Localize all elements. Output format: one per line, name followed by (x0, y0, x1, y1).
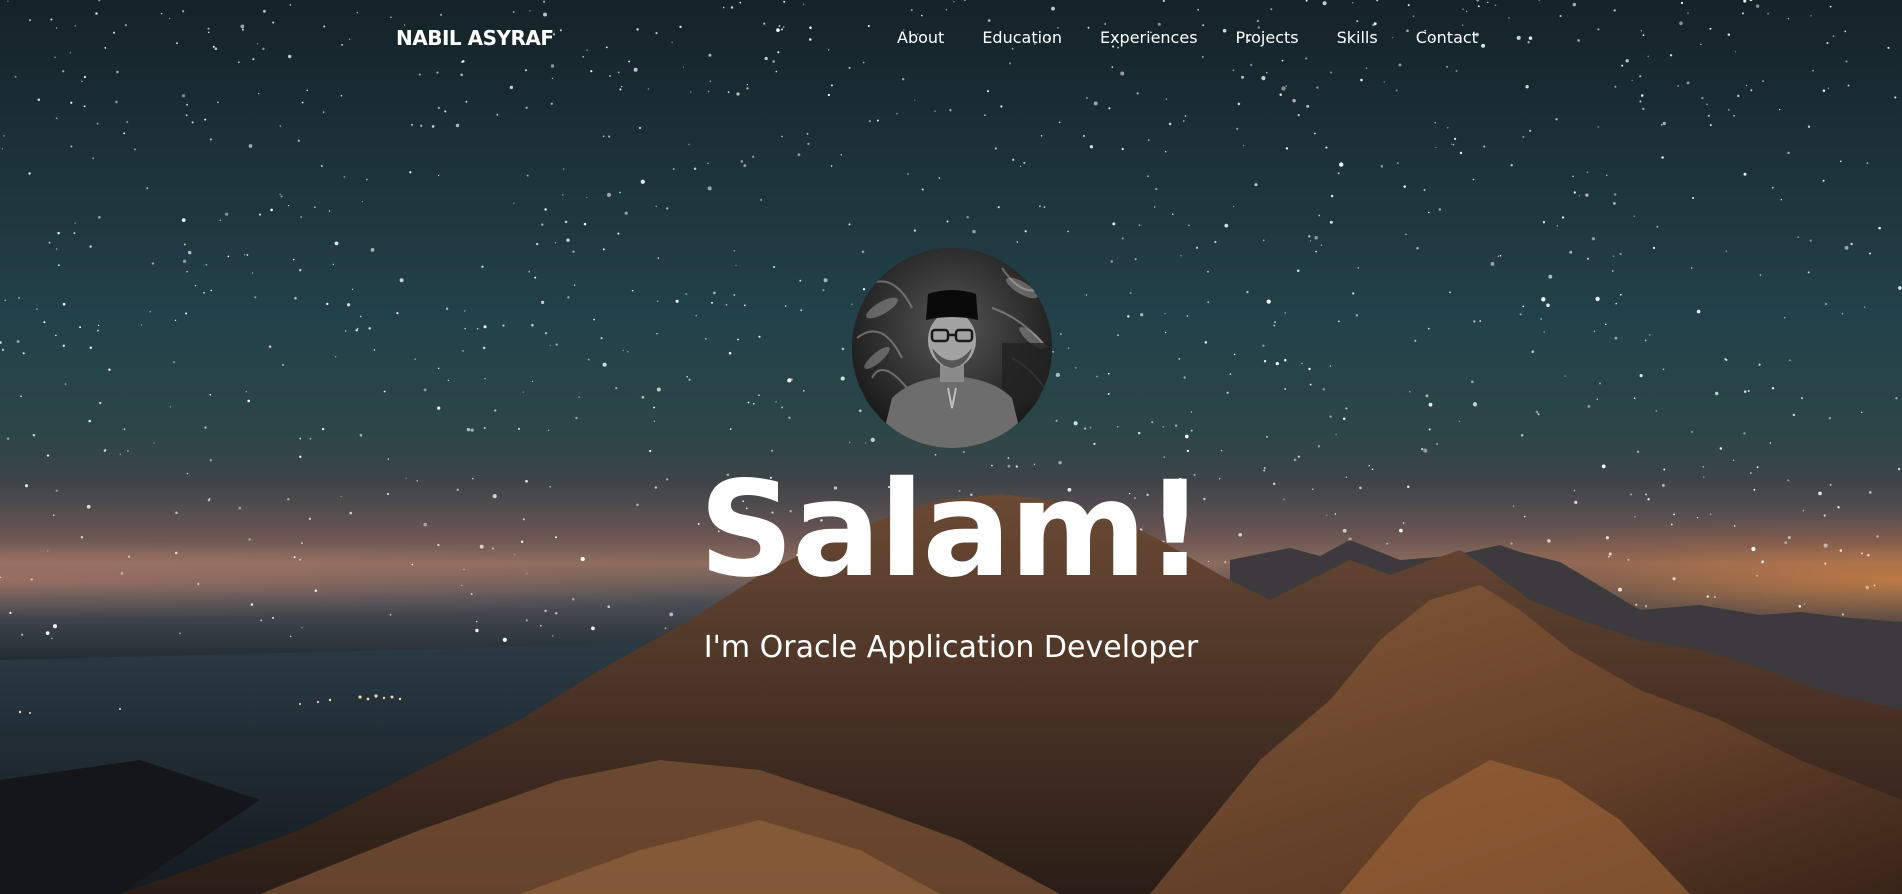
nav-link-projects[interactable]: Projects (1236, 28, 1299, 47)
nav-menu: About Education Experiences Projects Ski… (897, 28, 1478, 47)
nav-link-about[interactable]: About (897, 28, 944, 47)
profile-photo-icon (852, 248, 1052, 448)
hero-subtitle: I'm Oracle Application Developer (703, 630, 1199, 665)
nav-link-contact[interactable]: Contact (1416, 28, 1478, 47)
nav-link-skills[interactable]: Skills (1337, 28, 1378, 47)
top-navbar: NABIL ASYRAF About Education Experiences… (0, 0, 1902, 78)
site-logo[interactable]: NABIL ASYRAF (396, 26, 554, 50)
hero-headline: Salam! (698, 453, 1205, 607)
nav-link-experiences[interactable]: Experiences (1100, 28, 1198, 47)
profile-avatar (852, 248, 1052, 448)
nav-link-education[interactable]: Education (982, 28, 1062, 47)
hero-section: NABIL ASYRAF About Education Experiences… (0, 0, 1902, 894)
